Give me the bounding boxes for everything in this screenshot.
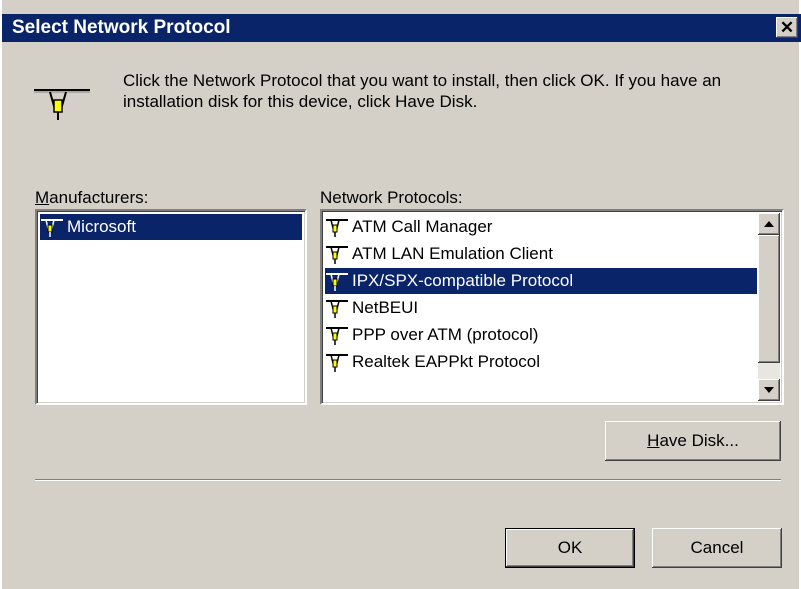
network-protocol-icon bbox=[326, 219, 348, 237]
network-protocol-icon bbox=[326, 300, 348, 318]
select-network-protocol-dialog: Select Network Protocol ✕ Click the Netw… bbox=[0, 0, 801, 589]
list-item-label: PPP over ATM (protocol) bbox=[352, 325, 539, 344]
list-item-label: ATM LAN Emulation Client bbox=[352, 244, 553, 263]
network-protocol-icon bbox=[326, 246, 348, 264]
list-item-label: NetBEUI bbox=[352, 298, 419, 317]
scroll-up-button[interactable] bbox=[758, 213, 780, 235]
list-item-label: Realtek EAPPkt Protocol bbox=[352, 352, 541, 371]
list-item[interactable]: Realtek EAPPkt Protocol bbox=[325, 349, 757, 375]
separator bbox=[35, 479, 781, 481]
network-protocol-icon bbox=[326, 354, 348, 372]
have-disk-button[interactable]: Have Disk... bbox=[605, 421, 781, 461]
instruction-text: Click the Network Protocol that you want… bbox=[123, 71, 722, 111]
arrow-down-icon bbox=[764, 387, 774, 393]
network-protocol-icon bbox=[326, 273, 348, 291]
scroll-down-button[interactable] bbox=[758, 379, 780, 401]
list-item[interactable]: ATM Call Manager bbox=[325, 214, 757, 240]
protocols-scrollbar[interactable] bbox=[758, 213, 780, 401]
list-item[interactable]: PPP over ATM (protocol) bbox=[325, 322, 757, 348]
manufacturers-list[interactable]: Microsoft bbox=[35, 209, 307, 405]
list-item[interactable]: ATM LAN Emulation Client bbox=[325, 241, 757, 267]
list-item[interactable]: IPX/SPX-compatible Protocol bbox=[325, 268, 757, 294]
manufacturers-label: Manufacturers: bbox=[35, 188, 149, 207]
list-item[interactable]: NetBEUI bbox=[325, 295, 757, 321]
network-protocol-icon bbox=[41, 219, 63, 237]
ok-button[interactable]: OK bbox=[505, 528, 635, 568]
close-icon: ✕ bbox=[779, 18, 795, 37]
list-item-label: Microsoft bbox=[67, 217, 136, 236]
list-item-label: IPX/SPX-compatible Protocol bbox=[352, 271, 574, 290]
scroll-thumb[interactable] bbox=[758, 235, 780, 363]
arrow-up-icon bbox=[764, 221, 774, 227]
network-protocols-list[interactable]: ATM Call Manager ATM LAN Emulation Client… bbox=[320, 209, 784, 405]
network-protocol-icon bbox=[34, 89, 90, 120]
title-bar: Select Network Protocol ✕ bbox=[2, 14, 801, 42]
list-item[interactable]: Microsoft bbox=[40, 214, 302, 240]
cancel-button[interactable]: Cancel bbox=[652, 528, 782, 568]
close-button[interactable]: ✕ bbox=[776, 17, 798, 38]
network-protocol-icon bbox=[326, 327, 348, 345]
network-protocols-label: Network Protocols: bbox=[320, 188, 463, 207]
window-title: Select Network Protocol bbox=[12, 17, 231, 38]
list-item-label: ATM Call Manager bbox=[352, 217, 493, 236]
